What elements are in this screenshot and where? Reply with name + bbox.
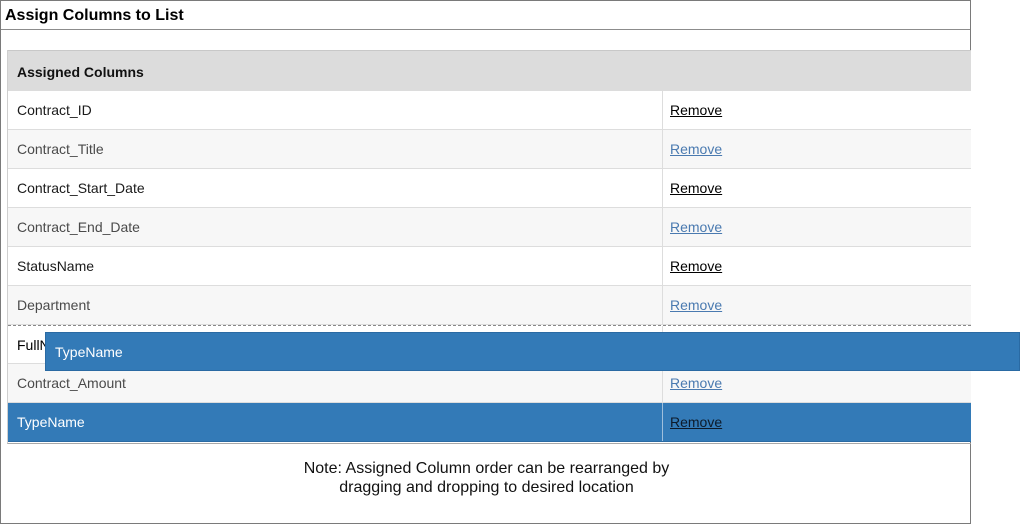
- remove-link[interactable]: Remove: [670, 258, 722, 274]
- column-name: Contract_ID: [17, 102, 92, 118]
- remove-link[interactable]: Remove: [670, 297, 722, 313]
- column-name-cell: Department: [8, 286, 663, 324]
- column-name: Contract_Start_Date: [17, 180, 145, 196]
- action-cell: Remove: [664, 247, 972, 285]
- table-row[interactable]: Contract_Start_Date Remove: [8, 169, 971, 208]
- column-name: Contract_Amount: [17, 375, 126, 391]
- column-name-cell: TypeName: [8, 403, 663, 441]
- action-cell: Remove: [664, 286, 972, 324]
- table-row[interactable]: Contract_ID Remove: [8, 91, 971, 130]
- table-row[interactable]: Contract_Title Remove: [8, 130, 971, 169]
- remove-link[interactable]: Remove: [670, 219, 722, 235]
- reorder-note-line: dragging and dropping to desired locatio…: [339, 479, 634, 496]
- panel-header: Assigned Columns: [8, 50, 971, 91]
- column-name: Contract_End_Date: [17, 219, 140, 235]
- remove-link[interactable]: Remove: [670, 102, 722, 118]
- table-row[interactable]: Contract_End_Date Remove: [8, 208, 971, 247]
- column-name: Department: [17, 297, 91, 313]
- column-name: StatusName: [17, 258, 95, 274]
- reorder-note: Note: Assigned Column order can be rearr…: [1, 459, 972, 497]
- column-name-cell: Contract_End_Date: [8, 208, 663, 246]
- page-title: Assign Columns to List: [5, 7, 184, 24]
- action-cell: Remove: [664, 208, 972, 246]
- drag-ghost-label: TypeName: [55, 344, 123, 360]
- column-name: Contract_Title: [17, 141, 104, 157]
- action-cell: Remove: [664, 169, 972, 207]
- drag-ghost-row[interactable]: TypeName: [45, 332, 1020, 371]
- table-row[interactable]: StatusName Remove: [8, 247, 971, 286]
- table-row-selected[interactable]: TypeName Remove: [8, 403, 971, 442]
- column-name-cell: Contract_ID: [8, 91, 663, 129]
- remove-link[interactable]: Remove: [670, 414, 722, 430]
- column-name-cell: Contract_Start_Date: [8, 169, 663, 207]
- column-name-cell: Contract_Title: [8, 130, 663, 168]
- reorder-note-line: Note: Assigned Column order can be rearr…: [303, 460, 670, 477]
- table-row[interactable]: Department Remove: [8, 286, 971, 325]
- assigned-columns-panel: Assigned Columns Contract_ID Remove Cont…: [7, 50, 971, 444]
- title-bar: Assign Columns to List: [1, 1, 970, 30]
- action-cell: Remove: [664, 403, 972, 441]
- action-cell: Remove: [664, 130, 972, 168]
- remove-link[interactable]: Remove: [670, 375, 722, 391]
- column-name-cell: StatusName: [8, 247, 663, 285]
- remove-link[interactable]: Remove: [670, 141, 722, 157]
- remove-link[interactable]: Remove: [670, 180, 722, 196]
- panel-header-label: Assigned Columns: [17, 64, 144, 80]
- assign-columns-window: Assign Columns to List Assigned Columns …: [0, 0, 971, 524]
- action-cell: Remove: [664, 91, 972, 129]
- column-name: TypeName: [17, 414, 85, 430]
